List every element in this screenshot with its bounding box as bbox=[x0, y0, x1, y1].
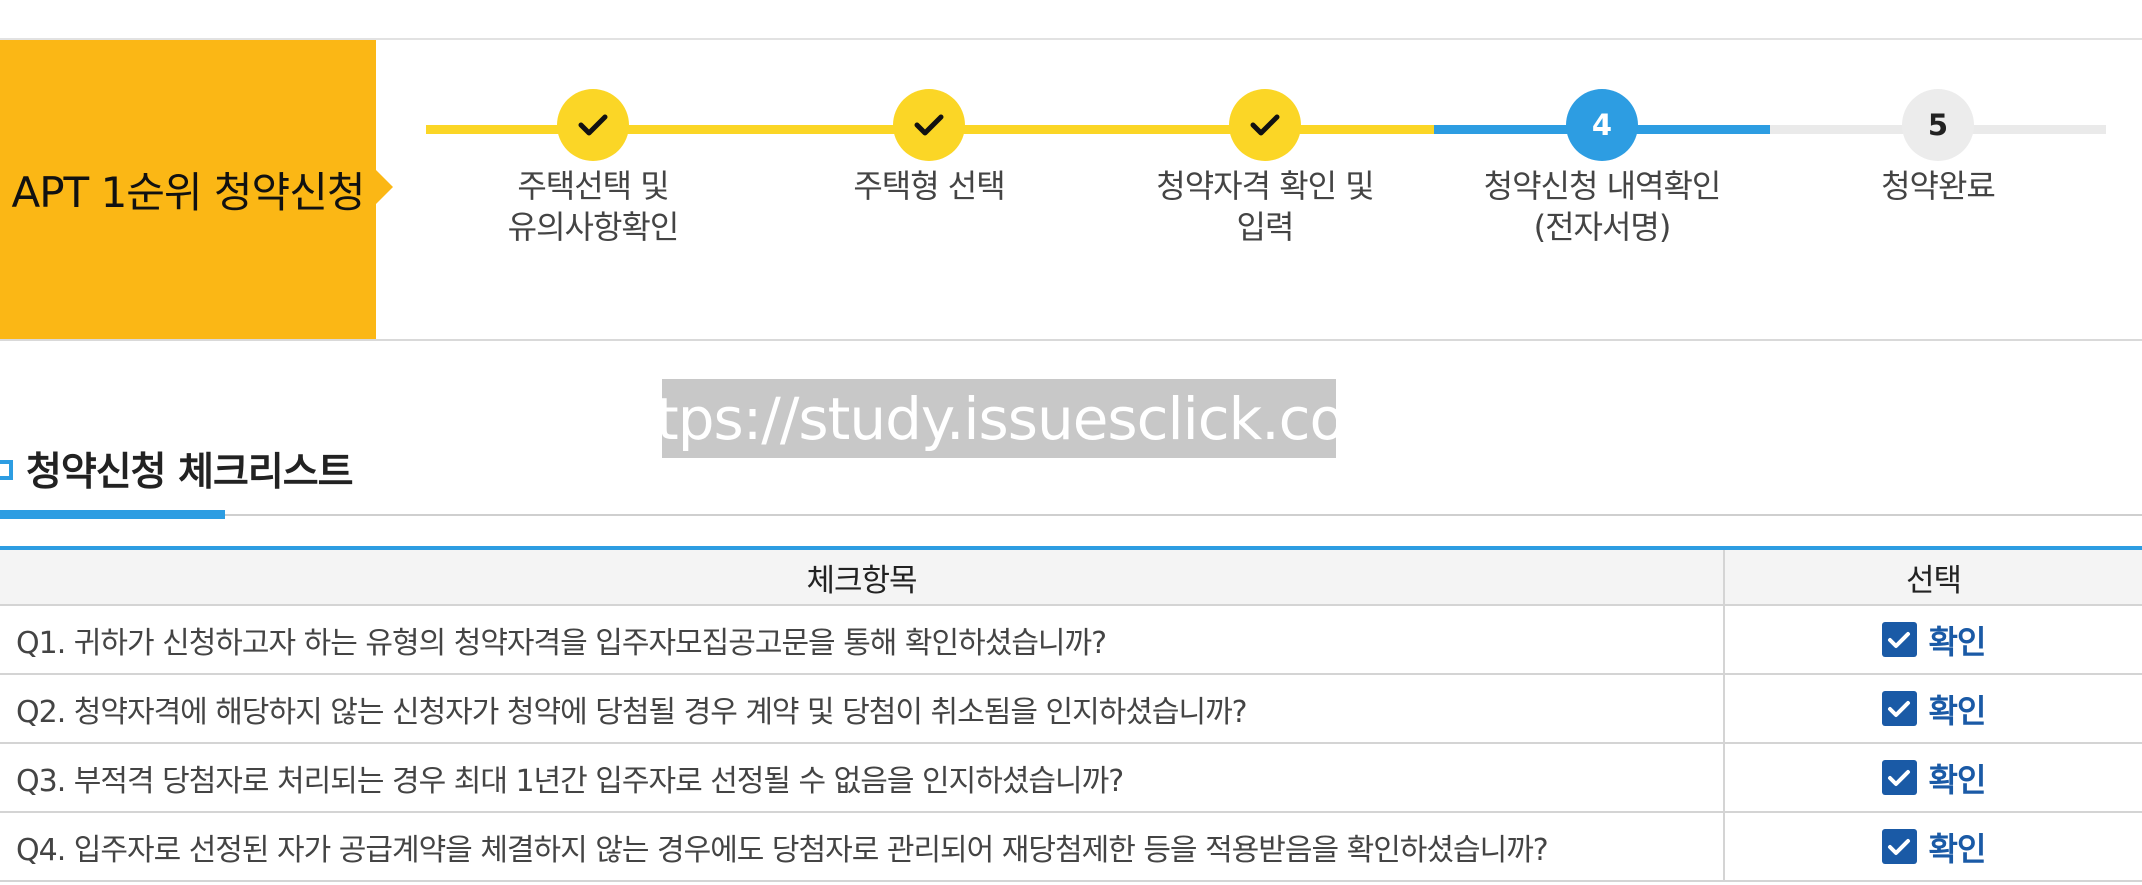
step-2-label: 주택형 선택 bbox=[853, 167, 1005, 205]
checklist-table: 체크항목 선택 Q1. 귀하가 신청하고자 하는 유형의 청약자격을 입주자모집… bbox=[0, 546, 2142, 882]
question-text: Q1. 귀하가 신청하고자 하는 유형의 청약자격을 입주자모집공고문을 통해 … bbox=[0, 605, 1725, 675]
step-4-label: 청약신청 내역확인 (전자서명) bbox=[1483, 167, 1722, 246]
confirm-label[interactable]: 확인 bbox=[1929, 755, 1987, 801]
heading-divider bbox=[0, 514, 2142, 516]
heading-accent-bar bbox=[0, 510, 225, 519]
question-text: Q2. 청약자격에 해당하지 않는 신청자가 청약에 당첨될 경우 계약 및 당… bbox=[0, 674, 1725, 744]
page-title-box: APT 1순위 청약신청 bbox=[0, 40, 376, 339]
table-row: Q3. 부적격 당첨자로 처리되는 경우 최대 1년간 입주자로 선정될 수 없… bbox=[0, 743, 2142, 813]
confirm-checkbox[interactable]: 확인 bbox=[1726, 824, 2141, 870]
step-3-label: 청약자격 확인 및 입력 bbox=[1156, 167, 1374, 246]
step-5-label: 청약완료 bbox=[1881, 167, 1996, 205]
confirm-checkbox[interactable]: 확인 bbox=[1726, 686, 2141, 732]
title-arrow bbox=[376, 170, 393, 204]
table-row: Q1. 귀하가 신청하고자 하는 유형의 청약자격을 입주자모집공고문을 통해 … bbox=[0, 605, 2142, 675]
checkbox-checked-icon[interactable] bbox=[1881, 622, 1917, 657]
stepbar-divider bbox=[0, 339, 2142, 341]
checkbox-checked-icon[interactable] bbox=[1881, 829, 1917, 864]
table-row: Q4. 입주자로 선정된 자가 공급계약을 체결하지 않는 경우에도 당첨자로 … bbox=[0, 812, 2142, 882]
confirm-cell: 확인 bbox=[1724, 605, 2142, 675]
progress-steps: APT 1순위 청약신청 주택선택 및 유의사항확인 주택형 선택 청약자격 확… bbox=[0, 40, 2142, 340]
step-3-circle bbox=[1229, 89, 1301, 161]
step-1-label: 주택선택 및 유의사항확인 bbox=[507, 167, 680, 246]
confirm-label[interactable]: 확인 bbox=[1929, 686, 1987, 732]
check-icon bbox=[914, 114, 944, 136]
check-icon bbox=[578, 114, 608, 136]
confirm-checkbox[interactable]: 확인 bbox=[1726, 755, 2141, 801]
question-text: Q3. 부적격 당첨자로 처리되는 경우 최대 1년간 입주자로 선정될 수 없… bbox=[0, 743, 1725, 813]
section-bullet-icon bbox=[0, 460, 13, 480]
confirm-cell: 확인 bbox=[1724, 812, 2142, 882]
question-text: Q4. 입주자로 선정된 자가 공급계약을 체결하지 않는 경우에도 당첨자로 … bbox=[0, 812, 1725, 882]
column-header-select: 선택 bbox=[1724, 546, 2142, 606]
table-row: Q2. 청약자격에 해당하지 않는 신청자가 청약에 당첨될 경우 계약 및 당… bbox=[0, 674, 2142, 744]
checklist-heading: 청약신청 체크리스트 bbox=[26, 450, 353, 495]
watermark-url: https://study.issuesclick.com bbox=[598, 379, 1401, 458]
confirm-label[interactable]: 확인 bbox=[1929, 617, 1987, 663]
checkbox-checked-icon[interactable] bbox=[1881, 760, 1917, 795]
column-header-item: 체크항목 bbox=[0, 546, 1725, 606]
checkbox-checked-icon[interactable] bbox=[1881, 691, 1917, 726]
step-4-circle: 4 bbox=[1566, 89, 1638, 161]
step-5-circle: 5 bbox=[1902, 89, 1974, 161]
step-2-circle bbox=[893, 89, 965, 161]
page-title: APT 1순위 청약신청 bbox=[11, 168, 366, 217]
confirm-cell: 확인 bbox=[1724, 743, 2142, 813]
table-header-row: 체크항목 선택 bbox=[0, 546, 2142, 606]
confirm-checkbox[interactable]: 확인 bbox=[1726, 617, 2141, 663]
check-icon bbox=[1250, 114, 1280, 136]
confirm-cell: 확인 bbox=[1724, 674, 2142, 744]
confirm-label[interactable]: 확인 bbox=[1929, 824, 1987, 870]
step-1-circle bbox=[557, 89, 629, 161]
